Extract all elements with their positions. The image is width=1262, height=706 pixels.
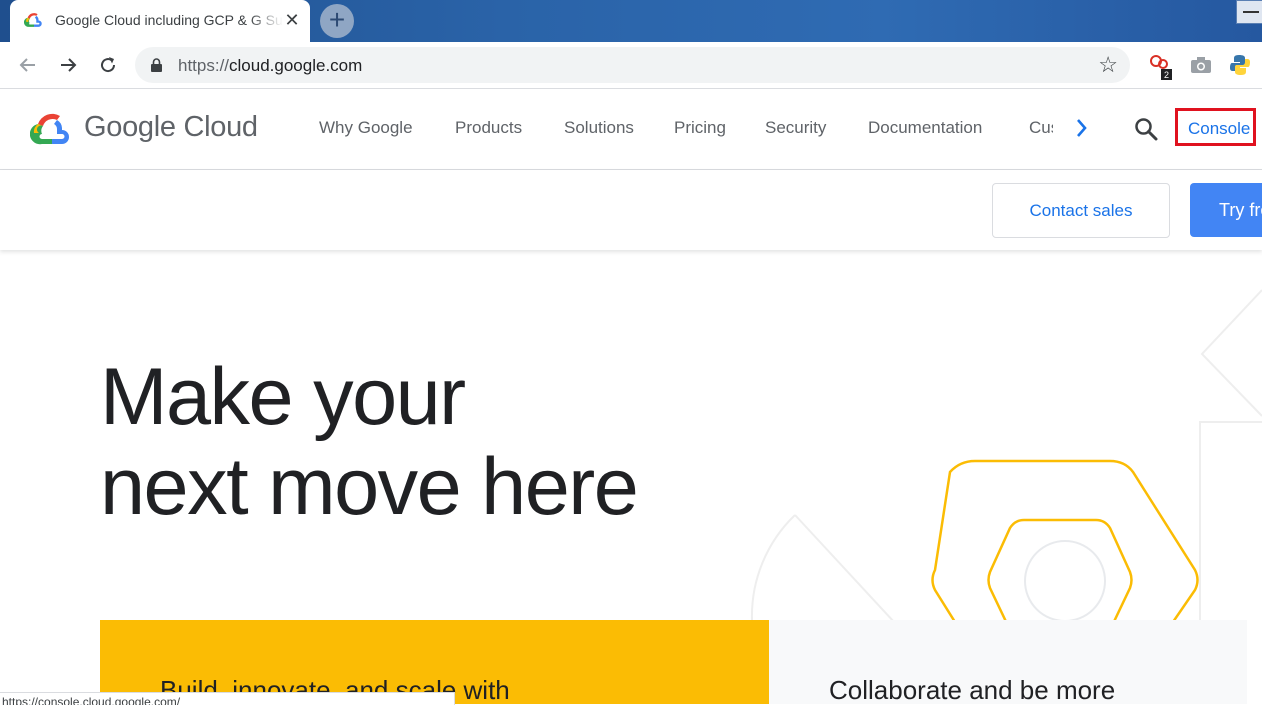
browser-toolbar: https://cloud.google.com ☆ 2 (0, 42, 1262, 89)
tab-close-icon[interactable]: ✕ (280, 8, 304, 32)
tab-title: Google Cloud including GCP & G Suite (55, 12, 283, 28)
contact-sales-button[interactable]: Contact sales (992, 183, 1170, 238)
feature-card-collaborate-heading: Collaborate and be more (829, 675, 1116, 705)
try-free-button[interactable]: Try free (1190, 183, 1262, 237)
google-cloud-logo-icon[interactable] (30, 111, 74, 147)
new-tab-button[interactable]: + (320, 4, 354, 38)
hero-title: Make your next move here (100, 352, 639, 532)
nav-products[interactable]: Products (455, 118, 522, 138)
nav-why-google[interactable]: Why Google (319, 118, 413, 138)
nav-documentation[interactable]: Documentation (868, 118, 982, 138)
google-cloud-favicon-icon (24, 13, 42, 27)
nav-customers[interactable]: Customers (1029, 118, 1053, 138)
hero-title-line-2: next move here (100, 442, 639, 532)
nav-security[interactable]: Security (765, 118, 826, 138)
link-status-bubble: https://console.cloud.google.com/ (0, 692, 455, 705)
chevron-right-icon[interactable] (1072, 115, 1092, 141)
extension-badge-icon[interactable]: 2 (1148, 54, 1172, 80)
reload-icon[interactable] (94, 51, 122, 79)
url-text[interactable]: https://cloud.google.com (178, 56, 362, 76)
extension-badge-count: 2 (1164, 70, 1169, 80)
cta-bar: Contact sales Try free (0, 170, 1262, 250)
hero-title-line-1: Make your (100, 352, 466, 442)
search-icon[interactable] (1133, 116, 1159, 142)
browser-tabstrip: Google Cloud including GCP & G Suite ✕ + (0, 0, 1262, 42)
nav-solutions[interactable]: Solutions (564, 118, 634, 138)
address-bar[interactable]: https://cloud.google.com ☆ (135, 47, 1130, 83)
forward-arrow-icon[interactable] (54, 51, 82, 79)
url-scheme: https:// (178, 56, 230, 75)
url-host: cloud.google.com (229, 56, 363, 75)
browser-tab-active[interactable]: Google Cloud including GCP & G Suite ✕ (10, 0, 310, 42)
site-header: Google Cloud Why Google Products Solutio… (0, 89, 1262, 170)
python-extension-icon[interactable] (1229, 54, 1251, 76)
google-cloud-wordmark[interactable]: Google Cloud (84, 111, 258, 144)
window-minimize-button[interactable] (1236, 0, 1262, 24)
console-link[interactable]: Console (1175, 108, 1256, 146)
console-label: Console (1188, 119, 1251, 138)
camera-extension-icon[interactable] (1190, 54, 1212, 76)
back-arrow-icon[interactable] (14, 51, 42, 79)
feature-card-collaborate[interactable]: Collaborate and be more (769, 620, 1247, 705)
lock-icon (151, 58, 162, 72)
bookmark-star-icon[interactable]: ☆ (1098, 53, 1118, 77)
nav-pricing[interactable]: Pricing (674, 118, 726, 138)
